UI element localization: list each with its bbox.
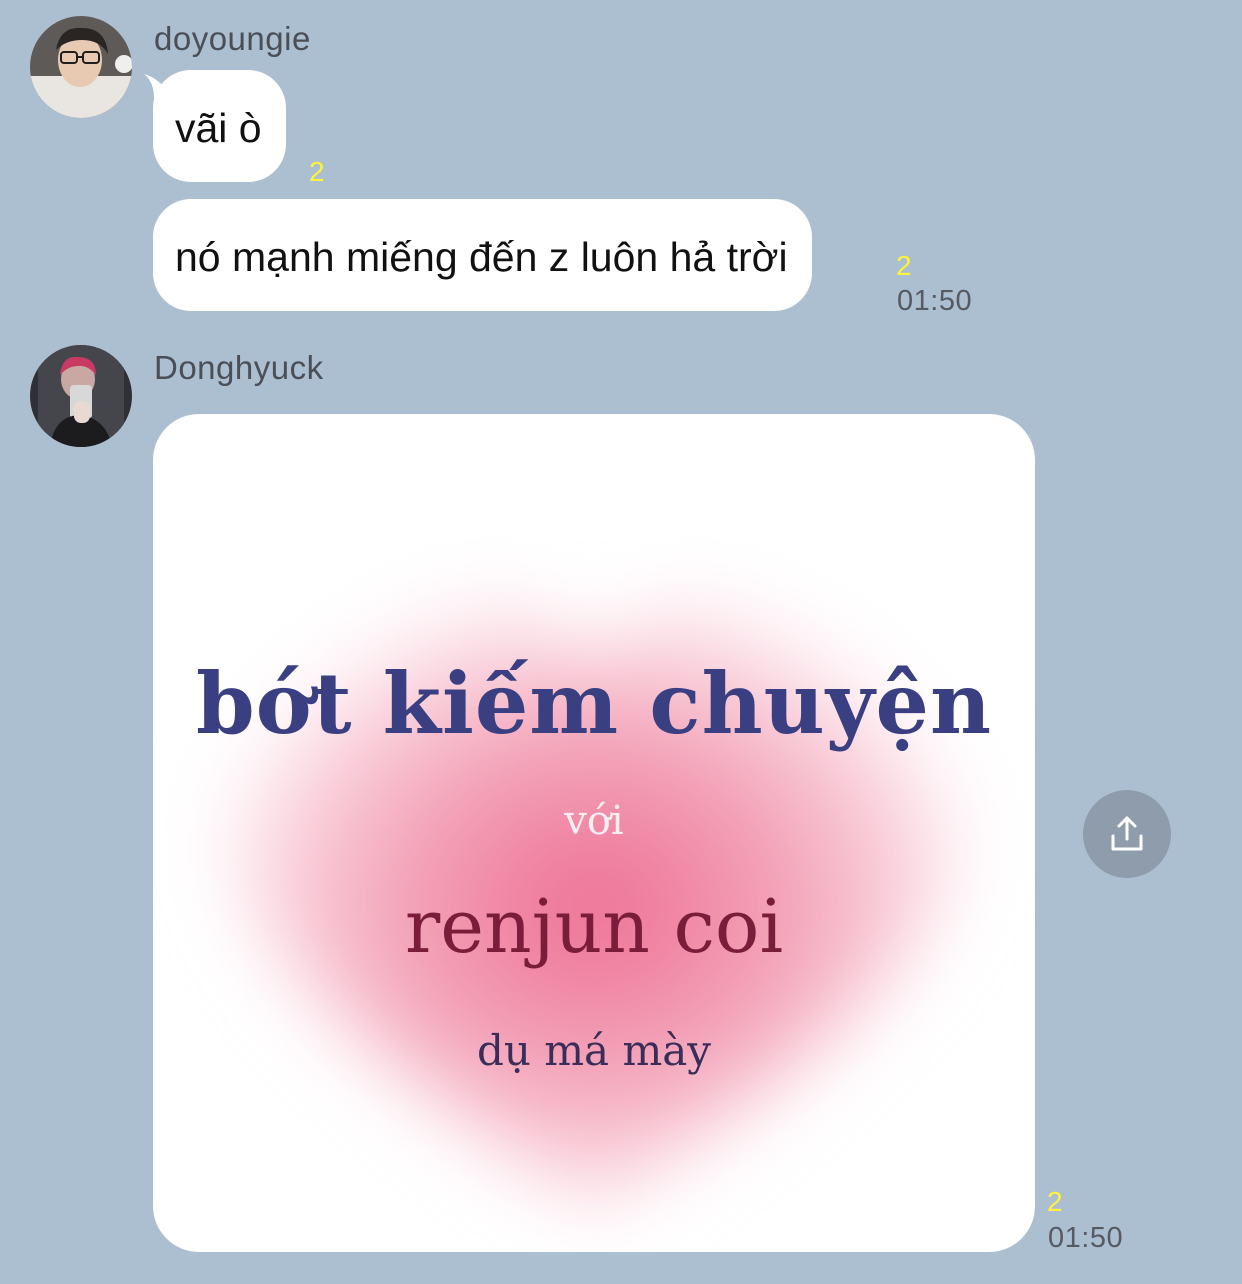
message-bubble[interactable]: vãi ò: [153, 70, 286, 182]
share-button[interactable]: [1083, 790, 1171, 878]
read-count: 2: [896, 250, 912, 281]
message-text: nó mạnh miếng đến z luôn hả trời: [175, 234, 788, 280]
image-caption-line: dụ má mày: [476, 1026, 712, 1075]
read-count: 2: [1047, 1186, 1063, 1217]
sender-name: doyoungie: [154, 20, 311, 57]
message-time: 01:50: [897, 285, 973, 317]
message-bubble[interactable]: nó mạnh miếng đến z luôn hả trời: [153, 199, 812, 311]
avatar-donghyuck[interactable]: [30, 345, 132, 447]
image-message[interactable]: bớt kiếm chuyện với renjun coi dụ má mày: [153, 414, 1035, 1252]
message-time: 01:50: [1048, 1222, 1124, 1254]
avatar-doyoungie[interactable]: [30, 16, 132, 118]
mirror-selfie-avatar-photo-icon: [30, 345, 132, 447]
image-caption-line: bớt kiếm chuyện: [195, 654, 993, 753]
user-avatar-photo-icon: [30, 16, 132, 118]
read-count: 2: [309, 156, 325, 187]
sender-name: Donghyuck: [154, 349, 324, 386]
share-icon: [1111, 816, 1143, 851]
message-text: vãi ò: [175, 105, 262, 151]
image-caption-line: renjun coi: [404, 884, 784, 970]
image-caption-line: với: [564, 798, 624, 844]
